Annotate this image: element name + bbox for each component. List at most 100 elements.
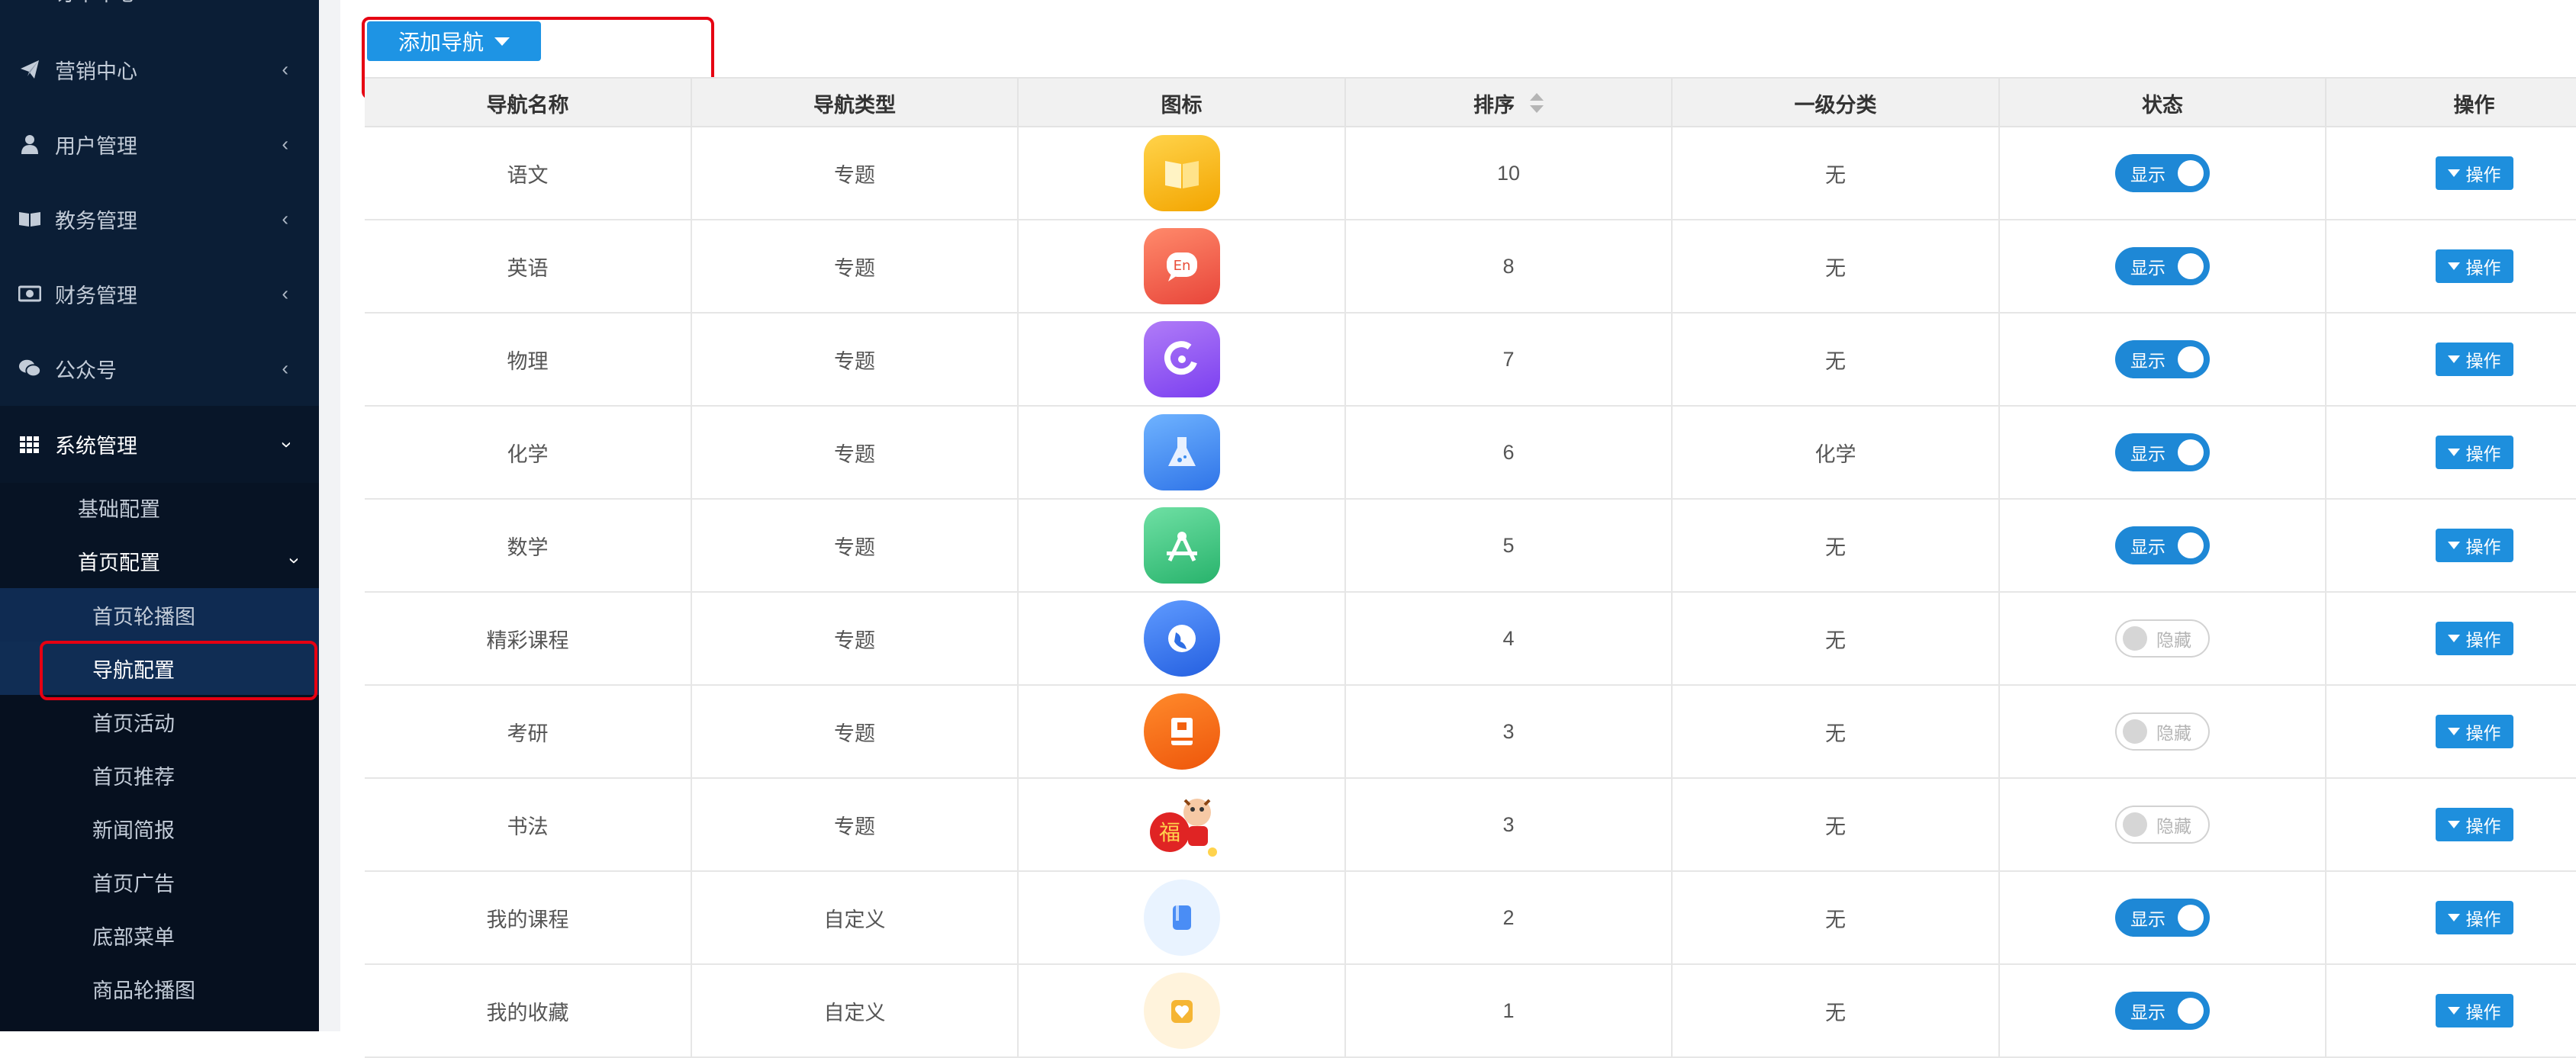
sidebar-sub-home-ads[interactable]: 首页广告 bbox=[0, 855, 319, 908]
cell-category: 化学 bbox=[1673, 407, 2000, 498]
sidebar-item-finance[interactable]: 财务管理 ‹ bbox=[0, 256, 319, 331]
cell-nav-name: 我的课程 bbox=[365, 872, 692, 963]
sidebar-sub-news-brief[interactable]: 新闻简报 bbox=[0, 802, 319, 855]
cell-status: 显示 bbox=[2000, 314, 2326, 405]
fu-ox-icon: 福 bbox=[1144, 786, 1220, 863]
header-nav-name: 导航名称 bbox=[365, 79, 692, 127]
action-label: 操作 bbox=[2465, 723, 2501, 743]
status-toggle[interactable]: 显示 bbox=[2115, 340, 2210, 378]
globe-icon bbox=[1143, 600, 1220, 677]
action-label: 操作 bbox=[2465, 537, 2501, 557]
wechat-icon bbox=[18, 357, 41, 380]
sidebar-item-users[interactable]: 用户管理 ‹ bbox=[0, 107, 319, 182]
cell-sort: 3 bbox=[1346, 686, 1673, 777]
status-toggle[interactable]: 隐藏 bbox=[2115, 712, 2210, 751]
table-row: 化学 专题 6 化学 显示 操作 bbox=[365, 407, 2576, 500]
header-actions: 操作 bbox=[2453, 93, 2495, 117]
chevron-left-icon: ‹ bbox=[282, 281, 288, 305]
status-toggle[interactable]: 隐藏 bbox=[2115, 619, 2210, 658]
status-toggle[interactable]: 显示 bbox=[2115, 992, 2210, 1030]
action-dropdown-button[interactable]: 操作 bbox=[2435, 994, 2513, 1027]
cell-nav-type: 专题 bbox=[692, 314, 1019, 405]
sidebar-item-wechat[interactable]: 公众号 ‹ bbox=[0, 331, 319, 406]
sidebar-sub-label: 首页活动 bbox=[92, 712, 175, 735]
paper-plane-icon bbox=[18, 58, 41, 81]
header-sort[interactable]: 排序 bbox=[1346, 79, 1673, 127]
cell-nav-name: 精彩课程 bbox=[365, 593, 692, 684]
action-dropdown-button[interactable]: 操作 bbox=[2435, 156, 2513, 190]
action-dropdown-button[interactable]: 操作 bbox=[2435, 622, 2513, 655]
cell-icon bbox=[1019, 127, 1346, 219]
sidebar-item-orders[interactable]: 订单中心 ‹ bbox=[0, 0, 319, 29]
sidebar-sub-product-carousel[interactable]: 商品轮播图 bbox=[0, 962, 319, 1015]
sidebar-sub-basic-config[interactable]: 基础配置 bbox=[0, 481, 319, 534]
cell-nav-type: 专题 bbox=[692, 127, 1019, 219]
action-label: 操作 bbox=[2465, 165, 2501, 185]
chevron-left-icon: ‹ bbox=[282, 132, 288, 156]
status-toggle-label: 显示 bbox=[2130, 258, 2165, 278]
action-dropdown-button[interactable]: 操作 bbox=[2435, 715, 2513, 748]
table-row: 我的收藏 自定义 1 无 显示 操作 bbox=[365, 965, 2576, 1058]
svg-text:En: En bbox=[1173, 258, 1190, 274]
caret-down-icon bbox=[2447, 262, 2460, 270]
caret-down-icon bbox=[2447, 728, 2460, 735]
action-label: 操作 bbox=[2465, 351, 2501, 371]
sidebar-sub-home-recommend[interactable]: 首页推荐 bbox=[0, 748, 319, 802]
cell-sort: 6 bbox=[1346, 407, 1673, 498]
add-nav-button[interactable]: 添加导航 bbox=[367, 21, 541, 61]
toggle-knob bbox=[2178, 439, 2204, 465]
sidebar-sub-home-config[interactable]: 首页配置 ‹ bbox=[0, 534, 319, 587]
sidebar-sub-label: 商品轮播图 bbox=[92, 979, 195, 1002]
table-row: 语文 专题 10 无 显示 操作 bbox=[365, 127, 2576, 220]
sort-icon[interactable] bbox=[1530, 93, 1544, 113]
cell-sort: 1 bbox=[1346, 965, 1673, 1056]
action-label: 操作 bbox=[2465, 444, 2501, 464]
chevron-down-icon: ‹ bbox=[273, 441, 297, 448]
status-toggle[interactable]: 显示 bbox=[2115, 154, 2210, 192]
cell-category: 无 bbox=[1673, 220, 2000, 312]
toggle-knob bbox=[2123, 719, 2147, 744]
cell-icon: 福 bbox=[1019, 779, 1346, 870]
action-dropdown-button[interactable]: 操作 bbox=[2435, 436, 2513, 469]
action-dropdown-button[interactable]: 操作 bbox=[2435, 808, 2513, 841]
cell-nav-type: 自定义 bbox=[692, 965, 1019, 1056]
sidebar-item-label: 财务管理 bbox=[55, 284, 137, 307]
cell-category: 无 bbox=[1673, 779, 2000, 870]
sidebar-sub-nav-config[interactable]: 导航配置 bbox=[0, 642, 319, 695]
chevron-left-icon: ‹ bbox=[282, 57, 288, 81]
action-dropdown-button[interactable]: 操作 bbox=[2435, 529, 2513, 562]
action-dropdown-button[interactable]: 操作 bbox=[2435, 249, 2513, 283]
status-toggle[interactable]: 显示 bbox=[2115, 247, 2210, 285]
table-row: 数学 专题 5 无 显示 操作 bbox=[365, 500, 2576, 593]
sidebar-item-label: 营销中心 bbox=[55, 59, 137, 83]
status-toggle-label: 显示 bbox=[2130, 909, 2165, 929]
cell-icon bbox=[1019, 407, 1346, 498]
status-toggle[interactable]: 显示 bbox=[2115, 526, 2210, 564]
action-dropdown-button[interactable]: 操作 bbox=[2435, 901, 2513, 934]
action-dropdown-button[interactable]: 操作 bbox=[2435, 342, 2513, 376]
caret-down-icon bbox=[2447, 542, 2460, 549]
status-toggle-label: 隐藏 bbox=[2156, 630, 2191, 650]
sidebar-item-label: 公众号 bbox=[55, 359, 117, 382]
toggle-knob bbox=[2178, 905, 2204, 931]
sidebar-sub-bottom-menu[interactable]: 底部菜单 bbox=[0, 908, 319, 962]
header-status: 状态 bbox=[2000, 79, 2326, 127]
status-toggle[interactable]: 显示 bbox=[2115, 899, 2210, 937]
cell-nav-type: 专题 bbox=[692, 407, 1019, 498]
caret-down-icon bbox=[2447, 821, 2460, 828]
table-row: 书法 专题 福 3 无 隐藏 操作 bbox=[365, 779, 2576, 872]
sidebar-sub-home-carousel[interactable]: 首页轮播图 bbox=[0, 588, 319, 642]
status-toggle[interactable]: 显示 bbox=[2115, 433, 2210, 471]
sidebar-item-academic[interactable]: 教务管理 ‹ bbox=[0, 182, 319, 256]
sidebar-sub-home-activity[interactable]: 首页活动 bbox=[0, 695, 319, 748]
cell-actions: 操作 bbox=[2326, 500, 2576, 591]
cell-nav-type: 专题 bbox=[692, 686, 1019, 777]
action-label: 操作 bbox=[2465, 258, 2501, 278]
sidebar-item-marketing[interactable]: 营销中心 ‹ bbox=[0, 32, 319, 107]
caret-down-icon bbox=[2447, 355, 2460, 363]
study-book-icon bbox=[1143, 693, 1220, 770]
cell-nav-type: 专题 bbox=[692, 593, 1019, 684]
sidebar-item-system[interactable]: 系统管理 ‹ bbox=[0, 406, 319, 483]
status-toggle[interactable]: 隐藏 bbox=[2115, 806, 2210, 844]
toggle-knob bbox=[2178, 346, 2204, 372]
